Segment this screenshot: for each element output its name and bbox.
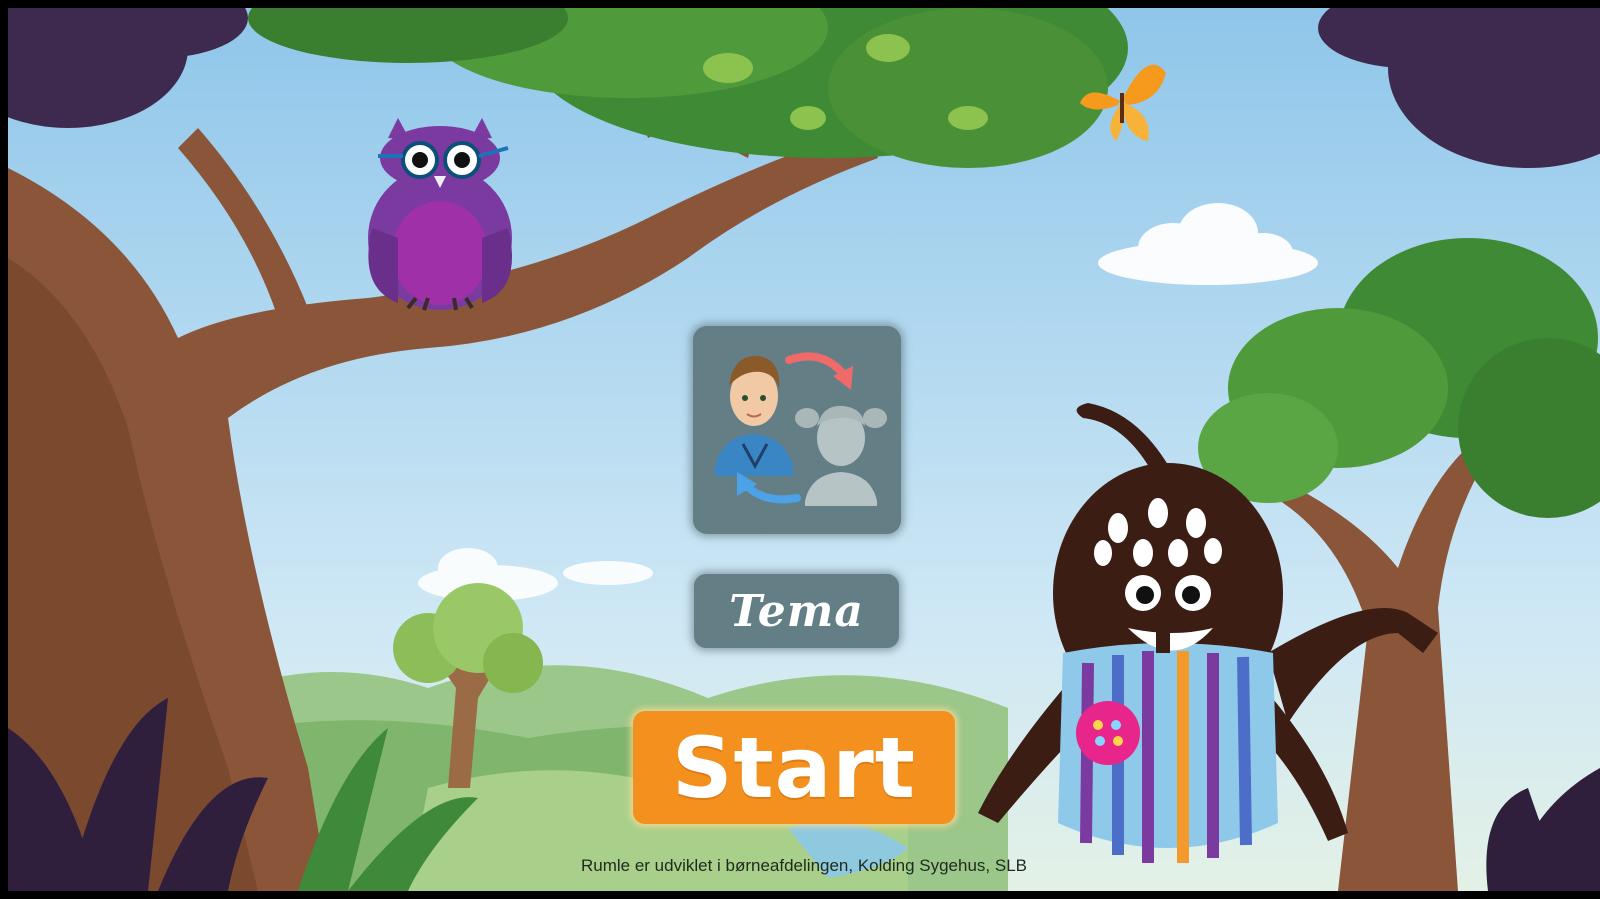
footer-credit: Rumle er udviklet i børneafdelingen, Kol… [580,856,1028,875]
avatar-switch-button[interactable] [693,326,901,534]
start-button-label: Start [672,718,916,817]
game-screen: Tema Start Rumle er udviklet i børneafde… [8,8,1600,891]
monster-character [978,403,1438,863]
butterfly-character [1080,64,1166,141]
start-button[interactable]: Start [633,711,955,824]
theme-button-label: Tema [729,585,864,637]
theme-button[interactable]: Tema [694,574,899,648]
switch-avatar-icon [715,352,887,506]
owl-character [368,118,513,311]
